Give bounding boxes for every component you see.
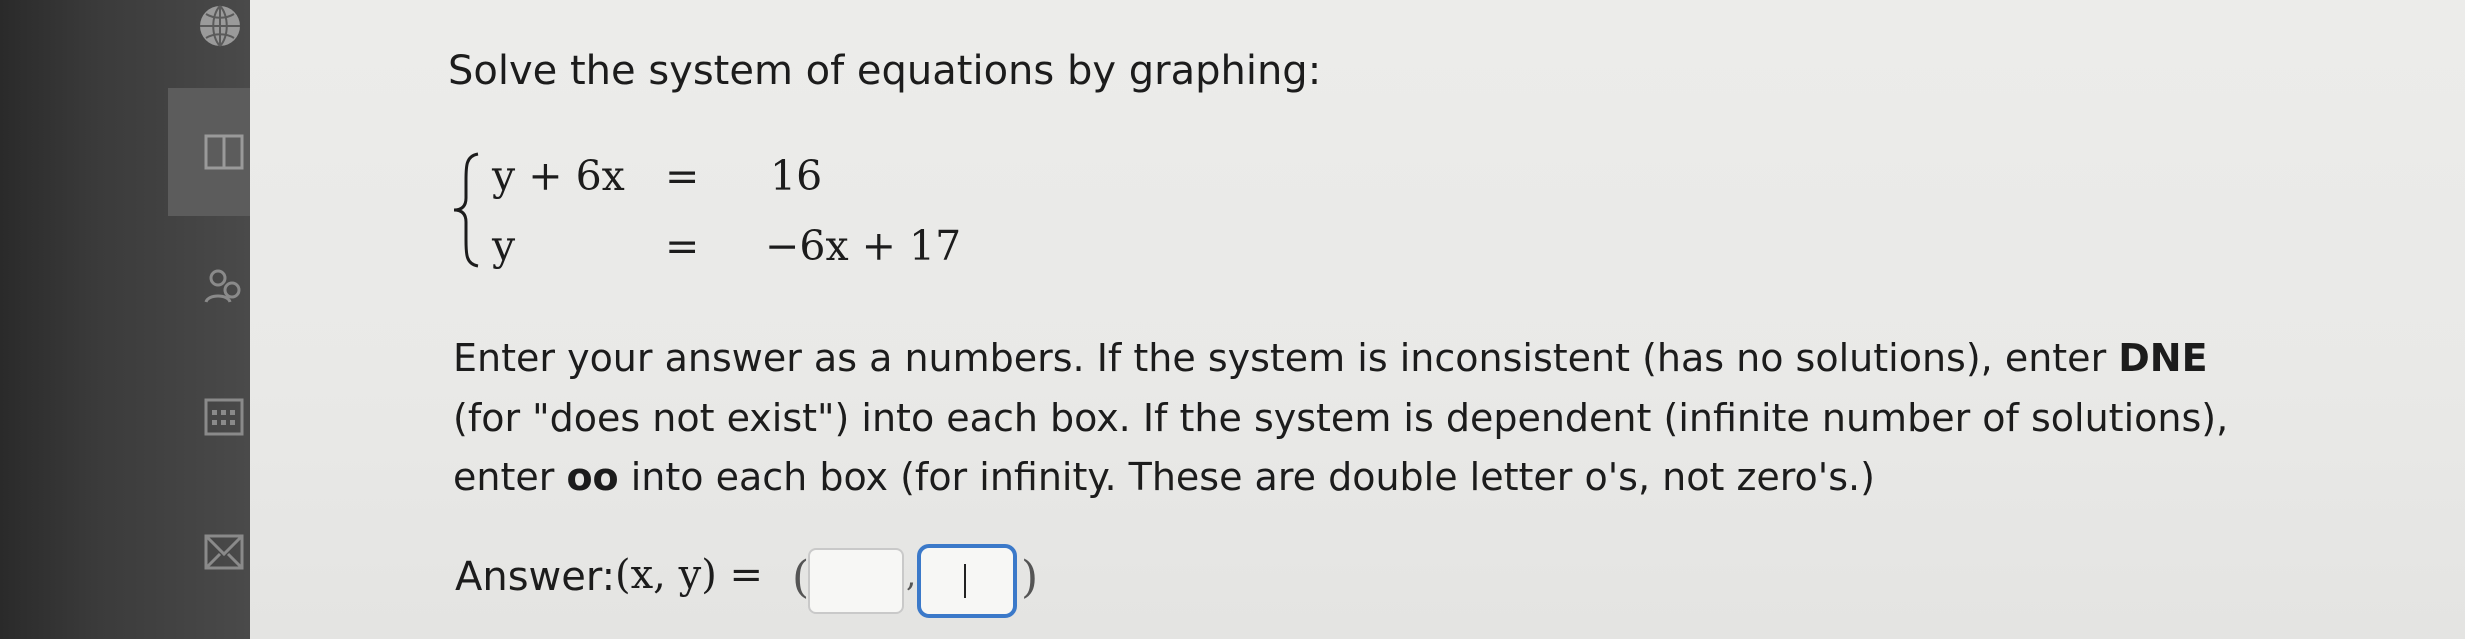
answer-comma: , (906, 556, 917, 594)
instructions-line-3-prefix: enter (453, 455, 567, 499)
answer-close-paren: ) (1021, 552, 1039, 603)
book-icon[interactable] (200, 128, 248, 176)
answer-label: Answer: (455, 554, 616, 600)
equation-2-rhs: −6x + 17 (765, 222, 962, 270)
equation-1-rhs: 16 (770, 152, 823, 200)
x-answer-input[interactable] (808, 548, 904, 614)
question-title: Solve the system of equations by graphin… (448, 48, 1322, 94)
mail-icon[interactable] (200, 528, 248, 576)
infinity-keyword: oo (566, 455, 619, 499)
people-icon[interactable] (200, 262, 248, 310)
instructions-line-2: (for "does not exist") into each box. If… (453, 396, 2229, 440)
answer-open-paren: ( (792, 552, 810, 603)
instructions-line-3: enter oo into each box (for infinity. Th… (453, 455, 1875, 499)
answer-lhs: (x, y) = (615, 552, 764, 598)
equation-2-lhs: y (492, 222, 516, 270)
instructions-line-1: Enter your answer as a numbers. If the s… (453, 336, 2208, 380)
equation-1-equals: = (665, 152, 700, 200)
text-cursor (964, 564, 966, 598)
calendar-icon[interactable] (200, 392, 248, 440)
dne-keyword: DNE (2118, 336, 2208, 380)
instructions-line-1-text: Enter your answer as a numbers. If the s… (453, 336, 2119, 380)
question-panel (250, 0, 2465, 639)
browser-sidebar (0, 0, 250, 639)
left-brace (453, 152, 479, 268)
y-answer-input[interactable] (917, 544, 1017, 618)
globe-icon[interactable] (196, 2, 244, 50)
equation-1-lhs: y + 6x (492, 152, 625, 200)
instructions-line-3-text: into each box (for infinity. These are d… (618, 455, 1875, 499)
equation-2-equals: = (665, 222, 700, 270)
